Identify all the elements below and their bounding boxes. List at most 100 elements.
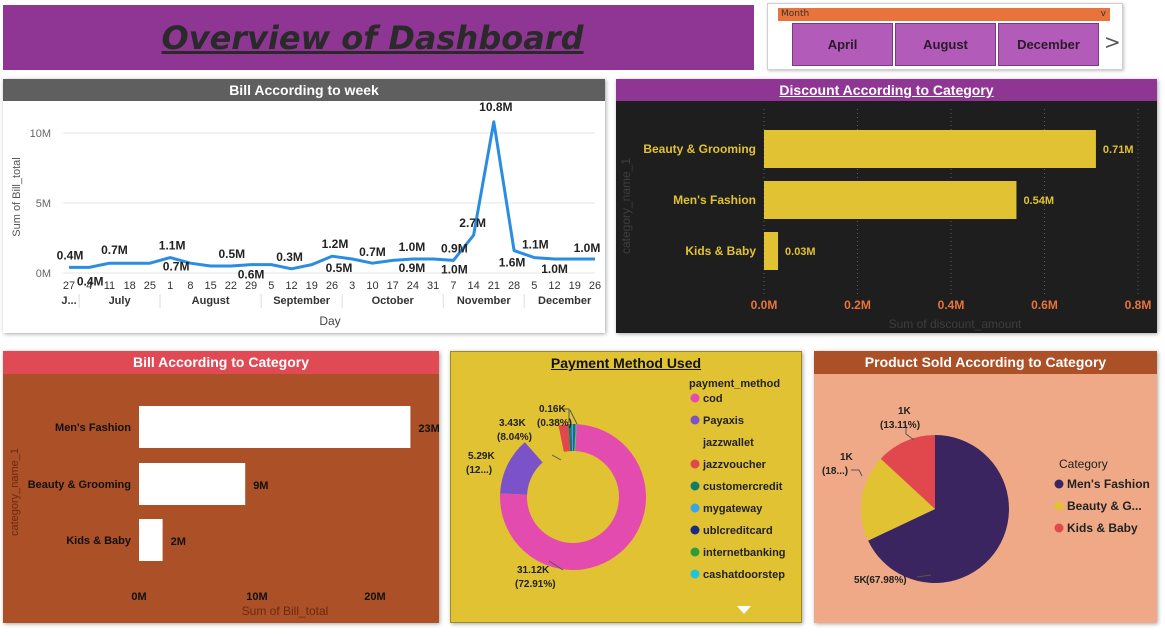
data-label: 1.6M (499, 256, 526, 270)
product-pie-chart[interactable]: 1K(13.11%)1K(18...)5K (67.98%)CategoryMen… (814, 374, 1157, 623)
legend-marker (690, 393, 700, 403)
data-label: 2.7M (459, 216, 486, 230)
slicer-option-april[interactable]: April (792, 23, 893, 66)
legend-item: jazzwallet (702, 437, 754, 449)
x-tick-label: 1 (167, 280, 173, 292)
product-chart-title: Product Sold According to Category (814, 351, 1157, 374)
chevron-right-icon[interactable]: > (1104, 30, 1121, 54)
data-label: 0.5M (326, 261, 353, 275)
x-tick-label: 7 (450, 280, 456, 292)
payment-donut-chart[interactable]: 0.16K (0.38%) 3.43K (8.04%)5.29K (12...) 31.1… (451, 352, 802, 623)
x-tick-label: 12 (285, 280, 297, 292)
data-label: 0.4M (57, 248, 84, 262)
x-tick-label: 22 (225, 280, 237, 292)
y-axis-title: Sum of Bill_total (11, 157, 23, 236)
legend-marker (690, 569, 700, 579)
x-tick-label: 18 (124, 280, 136, 292)
bar-value-label: 23M (418, 423, 439, 435)
data-label: 1.0M (441, 262, 468, 276)
slicer-label: Month (781, 9, 810, 19)
legend-item: Kids & Baby (1067, 521, 1138, 535)
bill-category-title: Bill According to Category (3, 351, 439, 374)
month-slicer[interactable]: Month v April August December > (767, 3, 1123, 70)
y-axis-title: category_name_1 (619, 158, 633, 254)
discount-bar-chart[interactable]: 0.0M 0.2M 0.4M 0.6M 0.8M Sum of discount_amou… (616, 101, 1157, 333)
x-tick-label: 24 (407, 280, 419, 292)
data-label: 0.5M (219, 247, 246, 261)
x-tick-label: 29 (245, 280, 257, 292)
x-tick-label: 26 (589, 280, 601, 292)
slice-value-label: 1K (840, 452, 854, 463)
x-tick-label: 20M (364, 591, 385, 603)
bar-value-label: 0.03M (785, 246, 816, 258)
slice-value-label: 1K (898, 406, 912, 417)
leader-line (551, 454, 562, 461)
slice-pct-label: (72.91%) (515, 579, 556, 590)
bar-value-label: 9M (253, 480, 268, 492)
x-tick-label: 8 (187, 280, 193, 292)
week-chart-panel: Bill According to week 10M 5M 0M Sum of Bil… (3, 79, 605, 333)
y-tick-label: 10M (30, 128, 51, 140)
category-label: Kids & Baby (66, 535, 132, 547)
x-tick-label: 0.6M (1031, 298, 1058, 312)
x-tick-label: 0.0M (751, 298, 778, 312)
bill-category-bar (139, 406, 411, 448)
legend-item: customercredit (703, 481, 783, 493)
leader-line (851, 469, 863, 477)
x-tick-label: 0.2M (844, 298, 871, 312)
page-title: Overview of Dashboard (161, 18, 584, 57)
dashboard-title-banner: Overview of Dashboard (3, 5, 754, 70)
slice-value-label: 5.29K (468, 451, 495, 462)
x-tick-label: 17 (387, 280, 399, 292)
data-label: 0.7M (359, 245, 386, 259)
data-label: 10.8M (479, 101, 512, 114)
slicer-header[interactable]: Month v (778, 8, 1110, 21)
x-tick-label: 27 (63, 280, 75, 292)
legend-item: mygateway (703, 503, 763, 515)
x-tick-label: 19 (569, 280, 581, 292)
x-tick-label: 19 (306, 280, 318, 292)
x-tick-label: 28 (508, 280, 520, 292)
data-label: 0.6M (238, 268, 265, 282)
y-axis-title: category_name_1 (9, 448, 21, 536)
category-label: Men's Fashion (55, 422, 131, 434)
slicer-option-december[interactable]: December (998, 23, 1099, 66)
data-label: 0.9M (399, 261, 426, 275)
slice-value-label: 31.12K (517, 565, 550, 576)
legend-marker (1054, 523, 1064, 533)
slicer-option-august[interactable]: August (895, 23, 996, 66)
slice-pct-label: (0.38%) (537, 418, 572, 429)
legend-marker (690, 437, 700, 447)
bill-category-bar-chart[interactable]: Men's Fashion 23M Beauty & Grooming 9M Kids … (3, 374, 439, 623)
x-tick-label: 0.4M (938, 298, 965, 312)
discount-bar (764, 232, 779, 270)
data-label: 0.4M (77, 274, 104, 288)
legend-marker (690, 547, 700, 557)
week-line-chart[interactable]: 10M5M0MSum of Bill_total27 4 11 18 25 1 8 15 22 2… (3, 101, 605, 333)
slice-pct-label: (18...) (822, 466, 848, 477)
x-tick-label: 25 (144, 280, 156, 292)
slice-pct-label: (12...) (466, 465, 492, 476)
legend-item: Payaxis (703, 415, 744, 427)
x-tick-label: 21 (488, 280, 500, 292)
x-axis-title: Sum of Bill_total (242, 604, 329, 618)
chevron-down-icon[interactable]: v (1101, 8, 1106, 21)
x-tick-label: 10M (246, 591, 267, 603)
legend-marker (690, 503, 700, 513)
legend-scroll-down-icon[interactable] (737, 606, 751, 614)
slice-pct-label: (67.98%) (866, 575, 907, 586)
data-label: 1.0M (574, 241, 601, 255)
legend-marker (690, 481, 700, 491)
category-label: Beauty & Grooming (28, 479, 131, 491)
x-tick-label: 5 (531, 280, 537, 292)
legend-marker (1054, 479, 1064, 489)
slice-value-label: 0.16K (539, 404, 566, 415)
x-tick-label: 12 (548, 280, 560, 292)
legend-item: internetbanking (703, 547, 786, 559)
y-tick-label: 0M (36, 268, 51, 280)
x-axis-title: Day (319, 314, 340, 328)
discount-bar (764, 181, 1017, 219)
category-label: Kids & Baby (685, 244, 756, 258)
bar-value-label: 2M (171, 536, 186, 548)
legend-item: Beauty & G... (1067, 499, 1142, 513)
